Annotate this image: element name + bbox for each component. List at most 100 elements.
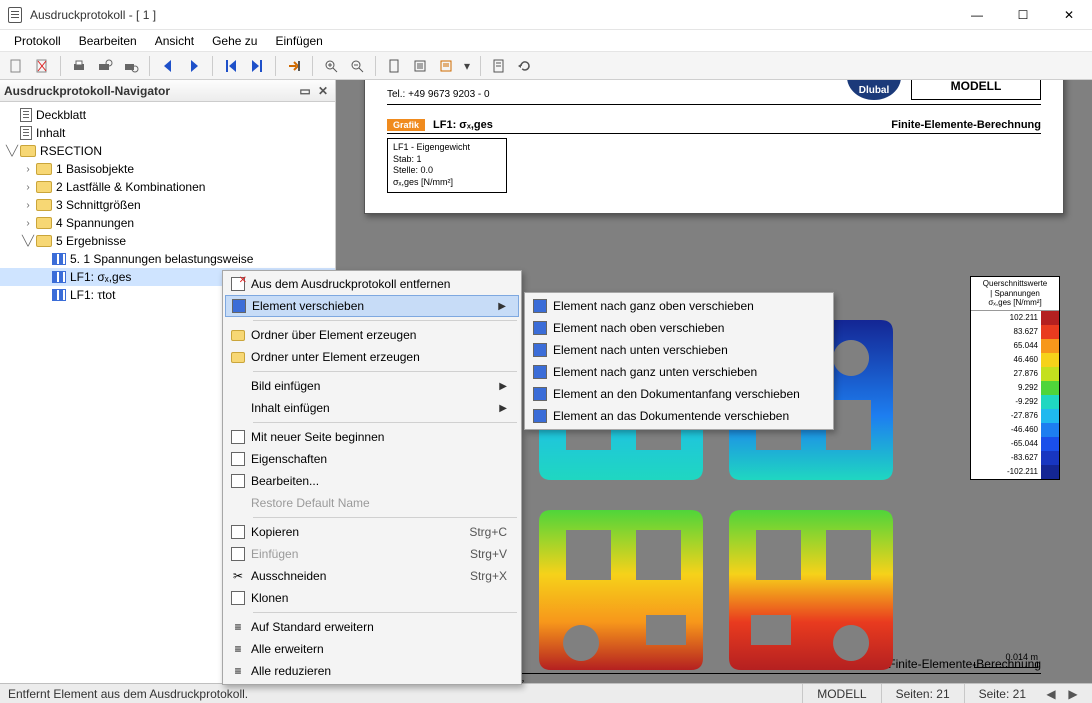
tree-lastfaelle[interactable]: ›2 Lastfälle & Kombinationen <box>0 178 335 196</box>
window-title: Ausdruckprotokoll - [ 1 ] <box>30 8 954 22</box>
statusbar: Entfernt Element aus dem Ausdruckprotoko… <box>0 683 1092 703</box>
status-prev-icon[interactable]: ◀ <box>1040 687 1062 701</box>
ctx-cut[interactable]: ✂AusschneidenStrg+X <box>225 565 519 587</box>
menu-protokoll[interactable]: Protokoll <box>6 32 69 50</box>
print-settings-icon[interactable] <box>119 54 143 78</box>
legend-row: 46.460 <box>971 353 1059 367</box>
toolbar: ▾ <box>0 52 1092 80</box>
legend-row: -46.460 <box>971 423 1059 437</box>
legend-row: 65.044 <box>971 339 1059 353</box>
nav-prev-icon[interactable] <box>156 54 180 78</box>
company-tel: Tel.: +49 9673 9203 - 0 <box>387 89 490 100</box>
ctx-expand-all[interactable]: ≡Alle erweitern <box>225 638 519 660</box>
menu-gehe-zu[interactable]: Gehe zu <box>204 32 265 50</box>
zoom-out-icon[interactable] <box>345 54 369 78</box>
delete-page-icon[interactable] <box>30 54 54 78</box>
navigator-close-icon[interactable]: ✕ <box>315 83 331 99</box>
ctx-restore-name: Restore Default Name <box>225 492 519 514</box>
ctx-copy[interactable]: KopierenStrg+C <box>225 521 519 543</box>
zoom-in-icon[interactable] <box>319 54 343 78</box>
status-hint: Entfernt Element aus dem Ausdruckprotoko… <box>8 684 802 703</box>
menu-einfuegen[interactable]: Einfügen <box>267 32 330 50</box>
refresh-icon[interactable] <box>513 54 537 78</box>
ctx-properties[interactable]: Eigenschaften <box>225 448 519 470</box>
ctx-insert-image[interactable]: Bild einfügen▶ <box>225 375 519 397</box>
printout-page: Tel.: +49 9673 9203 - 0 Blatt1 MODELL Gr… <box>364 80 1064 214</box>
menu-bearbeiten[interactable]: Bearbeiten <box>71 32 145 50</box>
minimize-button[interactable]: — <box>954 0 1000 30</box>
page-icon <box>20 108 32 122</box>
tree-basisobjekte[interactable]: ›1 Basisobjekte <box>0 160 335 178</box>
legend-row: 102.211 <box>971 311 1059 325</box>
ctx-move-up[interactable]: Element nach oben verschieben <box>527 317 831 339</box>
legend-row: -65.044 <box>971 437 1059 451</box>
dlubal-logo <box>847 80 901 100</box>
color-legend: Querschnittswerte | Spannungen σₓ,ges [N… <box>970 276 1060 480</box>
tree-inhalt[interactable]: Inhalt <box>0 124 335 142</box>
status-pages: Seiten: 21 <box>881 684 964 703</box>
ctx-move-element[interactable]: Element verschieben▶ <box>225 295 519 317</box>
legend-row: -102.211 <box>971 465 1059 479</box>
ctx-folder-above[interactable]: Ordner über Element erzeugen <box>225 324 519 346</box>
page-icon <box>20 126 32 140</box>
ctx-move-top[interactable]: Element nach ganz oben verschieben <box>527 295 831 317</box>
tree-rsection[interactable]: ╲╱RSECTION <box>0 142 335 160</box>
dropdown-icon[interactable]: ▾ <box>460 54 474 78</box>
legend-row: -27.876 <box>971 409 1059 423</box>
navigator-float-icon[interactable]: ▭ <box>297 83 313 99</box>
legend-row: 9.292 <box>971 381 1059 395</box>
print-icon[interactable] <box>67 54 91 78</box>
list-b-icon[interactable] <box>434 54 458 78</box>
context-submenu-move: Element nach ganz oben verschieben Eleme… <box>524 292 834 430</box>
folder-icon <box>20 145 36 157</box>
close-button[interactable]: ✕ <box>1046 0 1092 30</box>
ctx-clone[interactable]: Klonen <box>225 587 519 609</box>
legend-row: -83.627 <box>971 451 1059 465</box>
ctx-folder-below[interactable]: Ordner unter Element erzeugen <box>225 346 519 368</box>
lf-title: LF1: σₓ,ges <box>433 119 493 131</box>
ctx-edit[interactable]: Bearbeiten... <box>225 470 519 492</box>
legend-row: -9.292 <box>971 395 1059 409</box>
nav-last-icon[interactable] <box>245 54 269 78</box>
ctx-move-bottom[interactable]: Element nach ganz unten verschieben <box>527 361 831 383</box>
ctx-expand-std[interactable]: ≡Auf Standard erweitern <box>225 616 519 638</box>
ctx-move-down[interactable]: Element nach unten verschieben <box>527 339 831 361</box>
nav-next-icon[interactable] <box>182 54 206 78</box>
print-preview-icon[interactable] <box>93 54 117 78</box>
tree-spannungen[interactable]: ›4 Spannungen <box>0 214 335 232</box>
tree-schnittgroessen[interactable]: ›3 Schnittgrößen <box>0 196 335 214</box>
app-icon <box>8 7 22 23</box>
goto-icon[interactable] <box>282 54 306 78</box>
menu-ansicht[interactable]: Ansicht <box>147 32 202 50</box>
scale-bar: 0.014 m <box>974 652 1038 668</box>
legend-row: 83.627 <box>971 325 1059 339</box>
fe-title: Finite-Elemente-Berechnung <box>891 119 1041 131</box>
list-a-icon[interactable] <box>408 54 432 78</box>
model-label: MODELL <box>912 80 1040 93</box>
ctx-collapse-all[interactable]: ≡Alle reduzieren <box>225 660 519 682</box>
navigator-title: Ausdruckprotokoll-Navigator <box>4 84 170 98</box>
new-icon[interactable] <box>4 54 28 78</box>
status-page: Seite: 21 <box>964 684 1040 703</box>
menubar: Protokoll Bearbeiten Ansicht Gehe zu Ein… <box>0 30 1092 52</box>
tree-deckblatt[interactable]: Deckblatt <box>0 106 335 124</box>
ctx-insert-content[interactable]: Inhalt einfügen▶ <box>225 397 519 419</box>
ctx-move-docstart[interactable]: Element an den Dokumentanfang verschiebe… <box>527 383 831 405</box>
maximize-button[interactable]: ☐ <box>1000 0 1046 30</box>
tree-ergebnisse[interactable]: ╲╱5 Ergebnisse <box>0 232 335 250</box>
ctx-move-docend[interactable]: Element an das Dokumentende verschieben <box>527 405 831 427</box>
lf-info-box: LF1 - Eigengewicht Stab: 1 Stelle: 0.0 σ… <box>387 138 507 193</box>
nav-first-icon[interactable] <box>219 54 243 78</box>
tree-51[interactable]: 5. 1 Spannungen belastungsweise <box>0 250 335 268</box>
ctx-paste: EinfügenStrg+V <box>225 543 519 565</box>
ctx-remove[interactable]: ✕Aus dem Ausdruckprotokoll entfernen <box>225 273 519 295</box>
context-menu: ✕Aus dem Ausdruckprotokoll entfernen Ele… <box>222 270 522 685</box>
ctx-new-page[interactable]: Mit neuer Seite beginnen <box>225 426 519 448</box>
page-icon[interactable] <box>382 54 406 78</box>
status-model: MODELL <box>802 684 880 703</box>
list-c-icon[interactable] <box>487 54 511 78</box>
status-next-icon[interactable]: ▶ <box>1062 687 1084 701</box>
legend-row: 27.876 <box>971 367 1059 381</box>
grafik-badge: Grafik <box>387 119 425 131</box>
titlebar: Ausdruckprotokoll - [ 1 ] — ☐ ✕ <box>0 0 1092 30</box>
